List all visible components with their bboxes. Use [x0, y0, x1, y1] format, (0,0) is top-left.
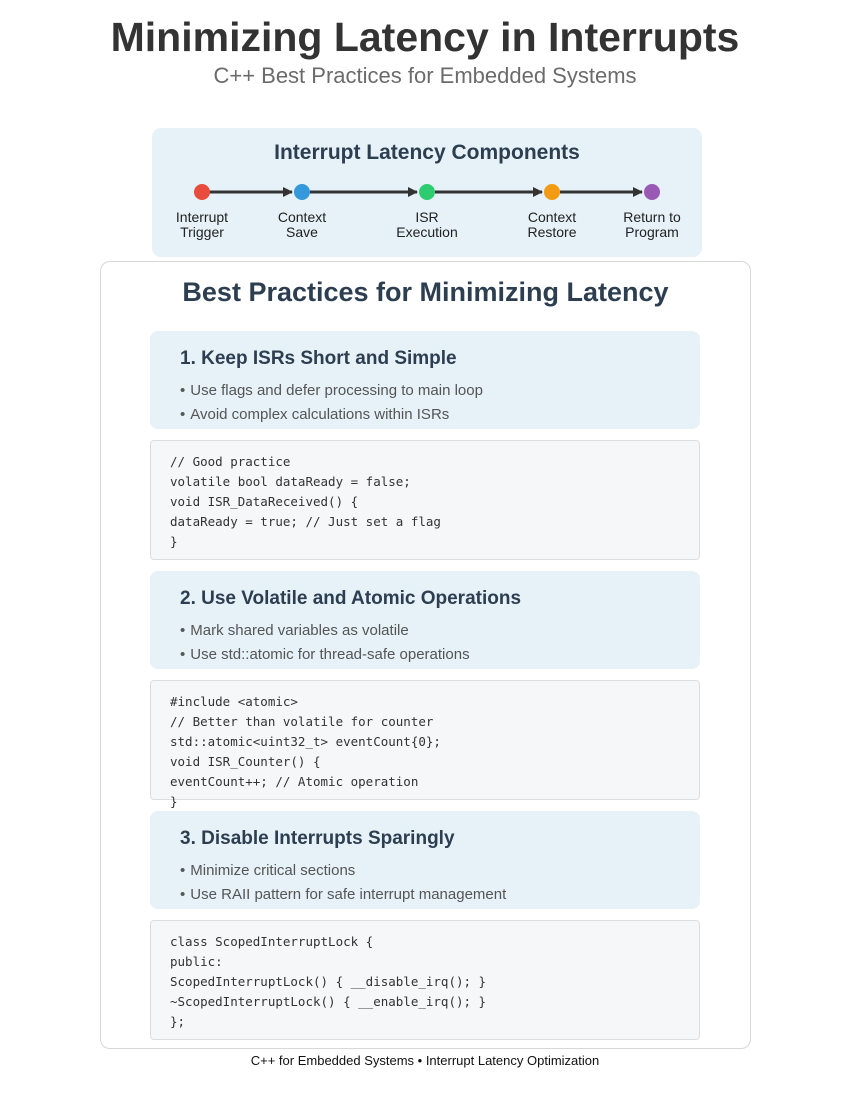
practice-box-2: 2. Use Volatile and Atomic Operations • M… — [150, 571, 700, 669]
step-label-return-to-program: Return to Program — [623, 209, 681, 240]
step-label-context-save: Context Save — [277, 209, 327, 240]
page-subtitle: C++ Best Practices for Embedded Systems — [213, 63, 637, 88]
practice-heading-3: 3. Disable Interrupts Sparingly — [180, 828, 455, 849]
code-line: volatile bool dataReady = false; — [170, 474, 411, 489]
page-title: Minimizing Latency in Interrupts — [110, 14, 740, 60]
step-node-interrupt-trigger — [194, 184, 210, 200]
practice-1-bullet-2: • Avoid complex calculations within ISRs — [180, 406, 450, 423]
code-line: void ISR_Counter() { — [170, 754, 321, 769]
practice-1-bullet-1: • Use flags and defer processing to main … — [180, 382, 483, 399]
code-block-2: #include <atomic> // Better than volatil… — [150, 680, 700, 809]
step-label-interrupt-trigger: Interrupt Trigger — [175, 209, 229, 240]
bullet-dot: • — [180, 886, 186, 903]
step-node-isr-execution — [419, 184, 435, 200]
code-line: std::atomic<uint32_t> eventCount{0}; — [170, 734, 441, 749]
code-line: }; — [170, 1014, 186, 1029]
practice-heading-2: 2. Use Volatile and Atomic Operations — [180, 588, 522, 609]
bullet-dot: • — [180, 862, 186, 879]
code-block-1: // Good practice volatile bool dataReady… — [150, 440, 700, 560]
step-label-context-restore: Context Restore — [527, 209, 577, 240]
code-line: dataReady = true; // Just set a flag — [170, 514, 441, 529]
code-line: } — [170, 534, 178, 549]
bullet-dot: • — [180, 406, 186, 423]
code-line: // Good practice — [170, 454, 291, 469]
latency-components-panel: Interrupt Latency Components Interrupt T… — [152, 128, 702, 257]
code-block-3: class ScopedInterruptLock { public: Scop… — [150, 920, 700, 1040]
practice-2-bullet-2: • Use std::atomic for thread-safe operati… — [180, 646, 470, 663]
best-practices-title: Best Practices for Minimizing Latency — [182, 277, 669, 307]
step-node-return-to-program — [644, 184, 660, 200]
step-node-context-restore — [544, 184, 560, 200]
code-line: } — [170, 794, 178, 809]
practice-box-1: 1. Keep ISRs Short and Simple • Use flags… — [150, 331, 700, 429]
bullet-dot: • — [180, 382, 186, 399]
practice-box-3: 3. Disable Interrupts Sparingly • Minimiz… — [150, 811, 700, 909]
bullet-dot: • — [180, 622, 186, 639]
code-line: void ISR_DataReceived() { — [170, 494, 359, 509]
step-label-isr-execution: ISR Execution — [396, 209, 458, 240]
practice-3-bullet-1: • Minimize critical sections — [180, 862, 356, 879]
code-line: ~ScopedInterruptLock() { __enable_irq();… — [170, 994, 487, 1009]
code-line: // Better than volatile for counter — [170, 714, 434, 729]
code-line: class ScopedInterruptLock { — [170, 934, 374, 949]
footer-text: C++ for Embedded Systems • Interrupt Lat… — [250, 1053, 600, 1068]
code-line: #include <atomic> — [170, 694, 298, 709]
step-node-context-save — [294, 184, 310, 200]
code-line: public: — [170, 954, 223, 969]
practice-heading-1: 1. Keep ISRs Short and Simple — [180, 348, 457, 369]
code-line: ScopedInterruptLock() { __disable_irq();… — [170, 974, 487, 989]
practice-2-bullet-1: • Mark shared variables as volatile — [180, 622, 409, 639]
practice-3-bullet-2: • Use RAII pattern for safe interrupt man… — [180, 886, 507, 903]
code-line: eventCount++; // Atomic operation — [170, 774, 419, 789]
bullet-dot: • — [180, 646, 186, 663]
